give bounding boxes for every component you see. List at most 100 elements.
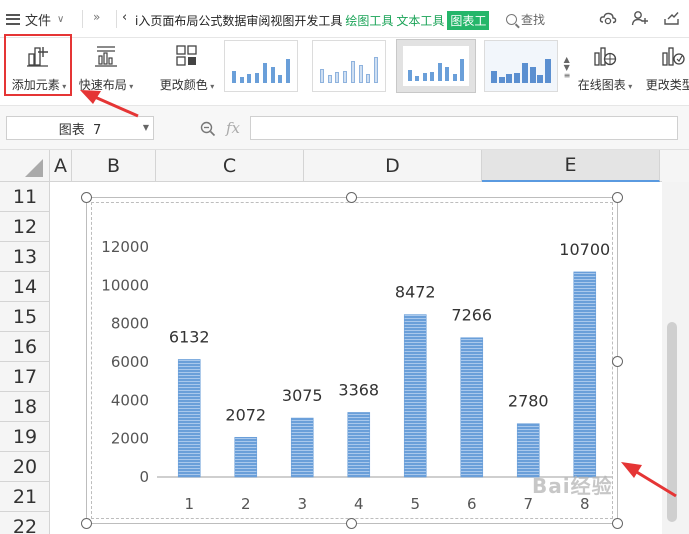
- resize-handle-right[interactable]: [612, 356, 623, 367]
- tab-text-tools[interactable]: 文本工具: [396, 12, 444, 29]
- vertical-scrollbar[interactable]: [662, 150, 689, 534]
- change-type-icon: [660, 43, 686, 72]
- chevron-down-icon: ▼: [142, 123, 149, 132]
- add-user-icon[interactable]: [631, 9, 649, 27]
- file-menu-button[interactable]: 文件 ∨: [6, 8, 64, 30]
- row-header-11[interactable]: 11: [0, 182, 50, 212]
- ribbon: 添加元素 快速布局 更改颜色 ▲▼≡ 在: [0, 34, 689, 106]
- bar[interactable]: [290, 417, 314, 478]
- search-label: 查找: [521, 13, 546, 27]
- scrollbar-thumb[interactable]: [667, 322, 677, 522]
- highlight-box: [4, 34, 72, 96]
- y-tick-label: 4000: [111, 391, 149, 409]
- chart-style-1[interactable]: [224, 40, 298, 92]
- cloud-sync-icon[interactable]: [599, 9, 617, 27]
- scroll-tabs-left-icon[interactable]: ‹: [122, 10, 127, 25]
- online-chart-button[interactable]: 在线图表: [574, 38, 636, 98]
- row-header-15[interactable]: 15: [0, 302, 50, 332]
- y-tick-label: 8000: [111, 315, 149, 333]
- row-header-16[interactable]: 16: [0, 332, 50, 362]
- resize-handle-bottom-left[interactable]: [81, 518, 92, 529]
- x-tick-label: 2: [241, 495, 251, 513]
- chevron-down-icon: ∨: [57, 13, 65, 25]
- bar[interactable]: [177, 359, 201, 478]
- menu-bar: 文件 ∨ » ‹ i入页面布局公式数据审阅视图开发工具 绘图工具 文本工具 图表…: [0, 0, 689, 38]
- tab-drawing-tools[interactable]: 绘图工具: [345, 12, 393, 29]
- column-header-a[interactable]: A: [50, 150, 72, 182]
- column-header-d[interactable]: D: [304, 150, 482, 182]
- row-header-20[interactable]: 20: [0, 452, 50, 482]
- bar[interactable]: [403, 314, 427, 478]
- data-label: 8472: [395, 283, 436, 302]
- share-icon[interactable]: [663, 9, 681, 27]
- file-menu-label: 文件: [25, 13, 52, 29]
- row-header-18[interactable]: 18: [0, 392, 50, 422]
- resize-handle-bottom[interactable]: [346, 518, 357, 529]
- data-label: 3075: [282, 386, 323, 405]
- x-tick-label: 3: [297, 495, 307, 513]
- resize-handle-top[interactable]: [346, 192, 357, 203]
- name-box-value: 图表 7: [58, 122, 102, 138]
- y-tick-label: 12000: [101, 238, 149, 256]
- x-tick-label: 6: [467, 495, 477, 513]
- resize-handle-bottom-right[interactable]: [612, 518, 623, 529]
- column-header-b[interactable]: B: [72, 150, 156, 182]
- column-header-c[interactable]: C: [156, 150, 304, 182]
- y-tick-label: 2000: [111, 430, 149, 448]
- row-header-19[interactable]: 19: [0, 422, 50, 452]
- more-tabs-icon[interactable]: »: [93, 10, 100, 24]
- row-header-21[interactable]: 21: [0, 482, 50, 512]
- y-tick-label: 6000: [111, 353, 149, 371]
- x-tick-label: 4: [354, 495, 364, 513]
- bar[interactable]: [573, 271, 597, 478]
- chart-style-gallery: [224, 39, 564, 94]
- change-color-button[interactable]: 更改颜色: [156, 38, 218, 98]
- resize-handle-top-left[interactable]: [81, 192, 92, 203]
- search-icon: [506, 14, 517, 25]
- ribbon-tabs: i入页面布局公式数据审阅视图开发工具 绘图工具 文本工具 图表工: [135, 10, 490, 30]
- watermark-logo: Bai经验: [532, 474, 613, 498]
- quick-layout-button[interactable]: 快速布局: [76, 38, 136, 98]
- bar[interactable]: [347, 412, 371, 478]
- chart-style-3-selected[interactable]: [396, 39, 476, 93]
- search-button[interactable]: 查找: [506, 11, 545, 28]
- formula-input[interactable]: [250, 116, 678, 140]
- divider: [82, 10, 83, 28]
- data-label: 2072: [225, 405, 266, 424]
- row-header-14[interactable]: 14: [0, 272, 50, 302]
- x-tick-label: 5: [410, 495, 420, 513]
- gallery-expand-icon[interactable]: ▲ ▼ ≡: [562, 48, 572, 88]
- formula-bar: 图表 7 ▼ fx: [0, 106, 689, 150]
- row-headers: 11 12 13 14 15 16 17 18 19 20 21 22: [0, 182, 50, 534]
- data-label: 2780: [508, 392, 549, 411]
- chart-style-2[interactable]: [312, 40, 386, 92]
- change-color-icon: [174, 43, 200, 72]
- data-label: 3368: [338, 380, 379, 399]
- fx-icon[interactable]: fx: [226, 119, 240, 137]
- change-type-button[interactable]: 更改类型: [642, 38, 689, 98]
- row-header-22[interactable]: 22: [0, 512, 50, 534]
- tab-main-group[interactable]: i入页面布局公式数据审阅视图开发工具: [135, 12, 342, 29]
- resize-handle-top-right[interactable]: [612, 192, 623, 203]
- chart-style-4[interactable]: [484, 40, 558, 92]
- bar[interactable]: [234, 436, 258, 478]
- y-tick-label: 10000: [101, 276, 149, 294]
- zoom-icon[interactable]: [200, 121, 216, 137]
- row-header-12[interactable]: 12: [0, 212, 50, 242]
- data-label: 7266: [451, 306, 492, 325]
- online-chart-icon: [592, 43, 618, 72]
- online-chart-label: 在线图表: [578, 76, 633, 93]
- data-label: 6132: [169, 327, 210, 346]
- column-headers: A B C D E: [0, 150, 689, 182]
- tab-chart-tools[interactable]: 图表工: [447, 10, 490, 30]
- row-header-13[interactable]: 13: [0, 242, 50, 272]
- quick-layout-label: 快速布局: [79, 76, 134, 93]
- bar[interactable]: [460, 337, 484, 478]
- bar[interactable]: [516, 423, 540, 478]
- row-header-17[interactable]: 17: [0, 362, 50, 392]
- y-tick-label: 0: [139, 468, 149, 486]
- name-box[interactable]: 图表 7 ▼: [6, 116, 154, 140]
- divider: [116, 10, 117, 28]
- select-all-corner[interactable]: [0, 150, 50, 182]
- column-header-e[interactable]: E: [482, 150, 660, 182]
